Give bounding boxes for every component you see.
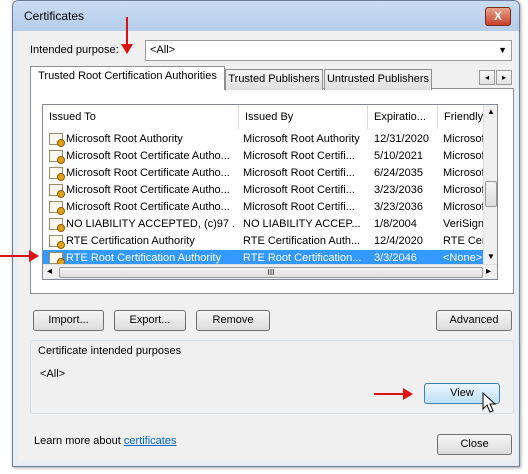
- window-title: Certificates: [24, 9, 85, 23]
- column-header-expiration[interactable]: Expiratio...: [368, 105, 438, 129]
- cell-friendly-name: Microsof: [443, 201, 483, 213]
- cell-friendly-name: Microsof: [443, 167, 483, 179]
- cell-issued-by: Microsoft Root Certifi...: [243, 201, 355, 213]
- cell-issued-by: NO LIABILITY ACCEP...: [243, 218, 361, 230]
- scroll-down-icon[interactable]: ▼: [487, 252, 495, 261]
- cell-issued-to: Microsoft Root Certificate Autho...: [66, 201, 230, 213]
- table-row[interactable]: Microsoft Root Certificate Autho... Micro…: [43, 148, 497, 165]
- cell-issued-by: Microsoft Root Certifi...: [243, 184, 355, 196]
- table-row[interactable]: RTE Certification Authority RTE Certifica…: [43, 233, 497, 250]
- tab-trusted-root[interactable]: Trusted Root Certification Authorities: [30, 66, 225, 90]
- certificate-icon: [49, 167, 65, 181]
- cell-expiration: 3/23/2036: [374, 201, 423, 213]
- tab-untrusted-publishers[interactable]: Untrusted Publishers: [324, 69, 432, 90]
- vertical-scrollbar[interactable]: ▲ ▼: [483, 105, 497, 264]
- tab-trusted-publishers[interactable]: Trusted Publishers: [225, 69, 323, 90]
- scroll-right-icon[interactable]: ▸: [486, 266, 491, 277]
- certificate-icon: [49, 150, 65, 164]
- table-row[interactable]: Microsoft Root Certificate Autho... Micro…: [43, 182, 497, 199]
- table-row[interactable]: Microsoft Root Certificate Autho... Micro…: [43, 165, 497, 182]
- import-button[interactable]: Import...: [33, 310, 104, 331]
- cell-issued-by: RTE Certification Auth...: [243, 235, 361, 247]
- cell-friendly-name: Microsof: [443, 150, 483, 162]
- scroll-up-icon[interactable]: ▲: [487, 107, 495, 116]
- cell-issued-by: Microsoft Root Certifi...: [243, 167, 355, 179]
- intended-purpose-dropdown[interactable]: <All> ▼: [145, 40, 512, 61]
- cell-expiration: 6/24/2035: [374, 167, 423, 179]
- cell-friendly-name: RTE Cer: [443, 235, 483, 247]
- column-header-issued-by[interactable]: Issued By: [239, 105, 368, 129]
- remove-button[interactable]: Remove: [196, 310, 270, 331]
- column-header-friendly-name[interactable]: Friendly: [438, 105, 484, 129]
- certificate-icon: [49, 201, 65, 215]
- table-row[interactable]: Microsoft Root Authority Microsoft Root A…: [43, 131, 497, 148]
- cell-expiration: 12/4/2020: [374, 235, 423, 247]
- horizontal-scrollbar[interactable]: ◂ III ▸: [43, 264, 497, 279]
- cell-friendly-name: Microsof: [443, 184, 483, 196]
- certificate-icon: [49, 235, 65, 249]
- intended-purposes-label: Certificate intended purposes: [38, 345, 182, 357]
- certificate-icon: [49, 218, 65, 232]
- cell-issued-by: Microsoft Root Certifi...: [243, 150, 355, 162]
- column-header-issued-to[interactable]: Issued To: [43, 105, 239, 129]
- intended-purpose-label: Intended purpose:: [30, 44, 119, 56]
- cell-expiration: 5/10/2021: [374, 150, 423, 162]
- table-row[interactable]: Microsoft Root Certificate Autho... Micro…: [43, 199, 497, 216]
- cell-issued-to: RTE Certification Authority: [66, 235, 195, 247]
- export-button[interactable]: Export...: [114, 310, 186, 331]
- intended-purposes-value: <All>: [40, 368, 66, 380]
- tab-scroll-right-button[interactable]: ▸: [496, 70, 512, 85]
- certificate-icon: [49, 184, 65, 198]
- cell-issued-to: Microsoft Root Certificate Autho...: [66, 150, 230, 162]
- cell-expiration: 1/8/2004: [374, 218, 417, 230]
- learn-more-text: Learn more about: [34, 435, 124, 447]
- cell-issued-by: Microsoft Root Authority: [243, 133, 360, 145]
- mouse-cursor-icon: [482, 392, 497, 413]
- close-button[interactable]: Close: [437, 434, 512, 455]
- cell-friendly-name: VeriSign: [443, 218, 483, 230]
- vertical-scroll-thumb[interactable]: [485, 181, 497, 207]
- cell-expiration: 3/23/2036: [374, 184, 423, 196]
- certificate-list: Issued To Issued By Expiratio... Friendl…: [42, 104, 498, 280]
- learn-more: Learn more about certificates: [34, 435, 176, 447]
- title-bar: Certificates X: [13, 1, 519, 31]
- cell-issued-to: NO LIABILITY ACCEPTED, (c)97 ...: [66, 218, 236, 230]
- close-window-button[interactable]: X: [485, 7, 511, 26]
- advanced-button[interactable]: Advanced: [436, 310, 512, 331]
- cell-issued-to: Microsoft Root Certificate Autho...: [66, 167, 230, 179]
- cell-issued-to: Microsoft Root Certificate Autho...: [66, 184, 230, 196]
- table-row[interactable]: NO LIABILITY ACCEPTED, (c)97 ... NO LIABI…: [43, 216, 497, 233]
- tab-scroll-left-button[interactable]: ◂: [479, 70, 495, 85]
- scroll-left-icon[interactable]: ◂: [47, 266, 52, 277]
- dropdown-arrow-icon: ▼: [498, 45, 507, 55]
- certificates-link[interactable]: certificates: [124, 435, 177, 447]
- certificate-icon: [49, 133, 65, 147]
- horizontal-scroll-thumb[interactable]: III: [59, 267, 483, 278]
- intended-purpose-value: <All>: [150, 44, 176, 56]
- cell-friendly-name: Microsof: [443, 133, 483, 145]
- cell-expiration: 12/31/2020: [374, 133, 430, 145]
- certificate-icon: [49, 252, 65, 266]
- cell-issued-to: Microsoft Root Authority: [66, 133, 183, 145]
